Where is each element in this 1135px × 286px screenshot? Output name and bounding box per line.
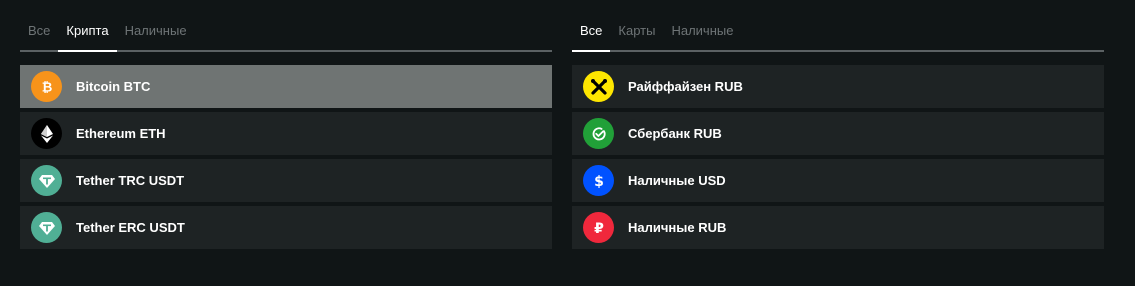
list-item-bitcoin[interactable]: ₿ Bitcoin BTC [20, 65, 552, 108]
list-item-tether-erc[interactable]: Tether ERC USDT [20, 206, 552, 249]
list-item-label: Райффайзен RUB [628, 79, 743, 94]
list-item-cash-usd[interactable]: $ Наличные USD [572, 159, 1104, 202]
list-item-label: Tether ERC USDT [76, 220, 185, 235]
tab-cash[interactable]: Наличные [663, 0, 741, 50]
dollar-icon: $ [583, 165, 614, 196]
tether-icon [31, 212, 62, 243]
raiffeisen-icon [583, 71, 614, 102]
list-item-tether-trc[interactable]: Tether TRC USDT [20, 159, 552, 202]
list-item-label: Bitcoin BTC [76, 79, 151, 94]
tether-icon [31, 165, 62, 196]
crypto-panel: Все Крипта Наличные ₿ Bitcoin BTC Ethere… [20, 0, 552, 249]
tab-all[interactable]: Все [20, 0, 58, 50]
list-item-label: Сбербанк RUB [628, 126, 722, 141]
list-item-raiffeisen[interactable]: Райффайзен RUB [572, 65, 1104, 108]
tab-all[interactable]: Все [572, 0, 611, 52]
crypto-tabs: Все Крипта Наличные [20, 0, 552, 52]
payment-list: Райффайзен RUB Сбербанк RUB $ Наличные U… [572, 65, 1104, 249]
list-item-label: Наличные USD [628, 173, 726, 188]
ethereum-icon [31, 118, 62, 149]
list-item-ethereum[interactable]: Ethereum ETH [20, 112, 552, 155]
payment-panel: Все Карты Наличные Райффайзен RUB Сберба… [572, 0, 1104, 249]
svg-text:₿: ₿ [41, 80, 52, 95]
tab-cards[interactable]: Карты [610, 0, 663, 50]
payment-tabs: Все Карты Наличные [572, 0, 1104, 52]
bitcoin-icon: ₿ [31, 71, 62, 102]
sberbank-icon [583, 118, 614, 149]
list-item-cash-rub[interactable]: ₽ Наличные RUB [572, 206, 1104, 249]
crypto-list: ₿ Bitcoin BTC Ethereum ETH Tether TRC US… [20, 65, 552, 249]
svg-text:$: $ [594, 174, 604, 189]
list-item-label: Ethereum ETH [76, 126, 166, 141]
svg-text:₽: ₽ [594, 221, 604, 236]
list-item-label: Tether TRC USDT [76, 173, 185, 188]
list-item-label: Наличные RUB [628, 220, 727, 235]
ruble-icon: ₽ [583, 212, 614, 243]
exchange-selector: Все Крипта Наличные ₿ Bitcoin BTC Ethere… [0, 0, 1135, 286]
tab-crypto[interactable]: Крипта [58, 0, 117, 52]
tab-cash[interactable]: Наличные [117, 0, 195, 50]
list-item-sberbank[interactable]: Сбербанк RUB [572, 112, 1104, 155]
